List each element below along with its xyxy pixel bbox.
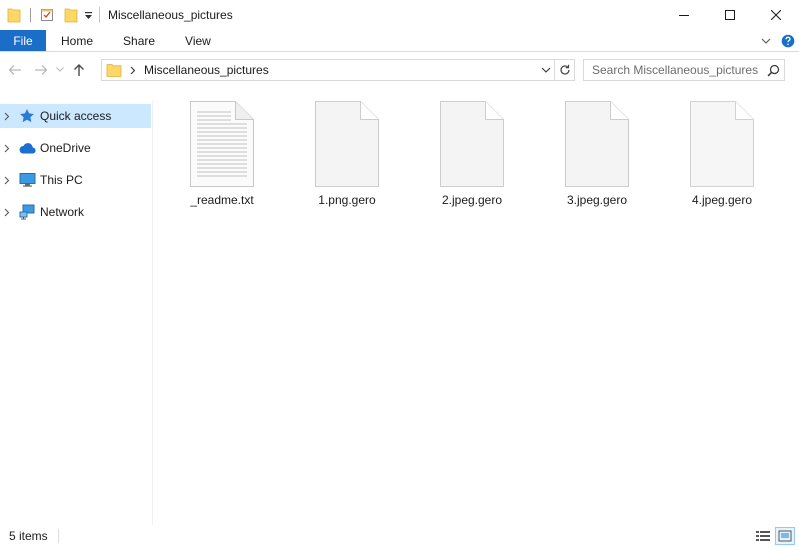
- tab-file[interactable]: File: [0, 30, 46, 51]
- network-icon: [18, 203, 36, 221]
- expand-ribbon-button[interactable]: [755, 30, 777, 52]
- navigation-bar: Miscellaneous_pictures Search Miscellane…: [0, 52, 799, 87]
- file-item[interactable]: 2.jpeg.gero: [430, 100, 514, 207]
- computer-icon: [18, 171, 36, 189]
- window-title: Miscellaneous_pictures: [108, 8, 233, 22]
- nav-item-label: Quick access: [40, 109, 112, 123]
- address-path[interactable]: Miscellaneous_pictures: [144, 63, 538, 77]
- chevron-right-icon[interactable]: [0, 104, 14, 128]
- tab-home[interactable]: Home: [46, 30, 108, 51]
- file-name: 4.jpeg.gero: [691, 193, 753, 207]
- star-icon: [18, 107, 36, 125]
- chevron-right-icon[interactable]: [0, 200, 14, 224]
- nav-item-onedrive[interactable]: OneDrive: [0, 132, 152, 164]
- address-dropdown-button[interactable]: [538, 60, 554, 80]
- status-bar: 5 items: [0, 525, 799, 547]
- file-item[interactable]: 4.jpeg.gero: [680, 100, 764, 207]
- ribbon-right-controls: [755, 30, 799, 52]
- ribbon-tabs: File Home Share View: [0, 30, 799, 52]
- blank-file-icon: [564, 100, 630, 188]
- qat-separator: [30, 8, 31, 22]
- minimize-button[interactable]: [661, 0, 707, 30]
- properties-icon[interactable]: [37, 5, 57, 25]
- help-button[interactable]: [777, 30, 799, 52]
- search-input[interactable]: Search Miscellaneous_pictures: [584, 63, 762, 77]
- maximize-button[interactable]: [707, 0, 753, 30]
- recent-locations-button[interactable]: [54, 57, 66, 83]
- title-bar: Miscellaneous_pictures: [0, 0, 799, 30]
- nav-item-this-pc[interactable]: This PC: [0, 164, 152, 196]
- address-bar[interactable]: Miscellaneous_pictures: [101, 59, 575, 81]
- blank-file-icon: [439, 100, 505, 188]
- search-box[interactable]: Search Miscellaneous_pictures: [583, 59, 785, 81]
- title-separator: [99, 7, 100, 23]
- up-button[interactable]: [66, 57, 92, 83]
- back-button[interactable]: [2, 57, 28, 83]
- tab-share[interactable]: Share: [108, 30, 170, 51]
- chevron-right-icon[interactable]: [126, 66, 140, 75]
- file-list-view: _readme.txt 1.png.gero 2.jpeg.gero 3.jpe…: [154, 100, 799, 525]
- file-name: _readme.txt: [190, 193, 254, 207]
- qat-dropdown-icon[interactable]: [81, 5, 95, 25]
- window-controls: [661, 0, 799, 30]
- view-switcher: [751, 527, 795, 545]
- tab-view[interactable]: View: [170, 30, 226, 51]
- chevron-right-icon[interactable]: [0, 136, 14, 160]
- nav-item-label: This PC: [40, 173, 83, 187]
- nav-item-label: Network: [40, 205, 85, 219]
- folder-icon: [4, 5, 24, 25]
- quick-access-toolbar: [0, 0, 95, 30]
- chevron-right-icon[interactable]: [0, 168, 14, 192]
- nav-item-network[interactable]: Network: [0, 196, 152, 228]
- file-item[interactable]: 1.png.gero: [305, 100, 389, 207]
- file-item[interactable]: _readme.txt: [180, 100, 264, 207]
- file-name: 2.jpeg.gero: [441, 193, 503, 207]
- navigation-pane: Quick access OneDrive This PC Network: [0, 100, 153, 525]
- nav-item-quick-access[interactable]: Quick access: [0, 100, 152, 132]
- new-folder-icon[interactable]: [61, 5, 81, 25]
- forward-button[interactable]: [28, 57, 54, 83]
- refresh-button[interactable]: [554, 60, 574, 80]
- cloud-icon: [18, 139, 36, 157]
- file-name: 1.png.gero: [318, 193, 376, 207]
- status-separator: [57, 529, 59, 543]
- file-item[interactable]: 3.jpeg.gero: [555, 100, 639, 207]
- item-count: 5 items: [9, 529, 48, 543]
- search-icon[interactable]: [762, 64, 784, 77]
- text-document-icon: [189, 100, 255, 188]
- nav-item-label: OneDrive: [40, 141, 91, 155]
- blank-file-icon: [314, 100, 380, 188]
- large-icons-view-button[interactable]: [775, 527, 795, 545]
- close-button[interactable]: [753, 0, 799, 30]
- details-view-button[interactable]: [753, 527, 773, 545]
- folder-icon: [106, 63, 122, 77]
- file-name: 3.jpeg.gero: [566, 193, 628, 207]
- blank-file-icon: [689, 100, 755, 188]
